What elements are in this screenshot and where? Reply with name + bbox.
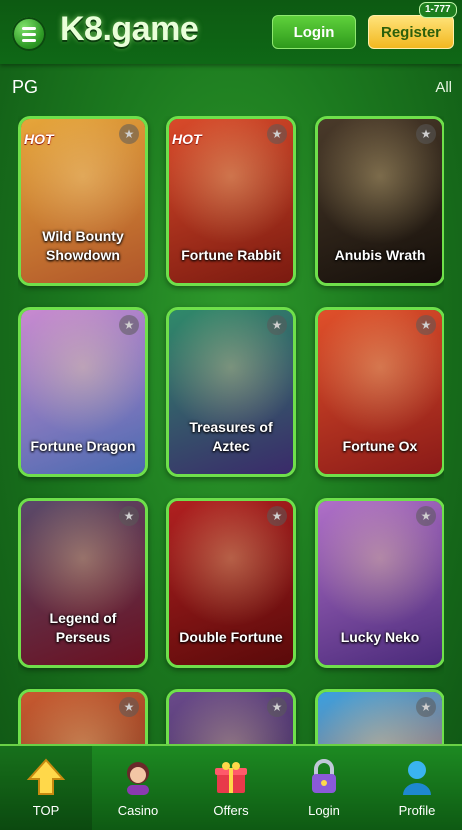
game-name: Double Fortune	[179, 629, 283, 645]
game-name: Fortune Dragon	[30, 438, 136, 454]
favorite-star-icon[interactable]: ★	[119, 124, 139, 144]
game-card[interactable]: ★ Fortune Dragon	[18, 307, 148, 477]
menu-icon[interactable]	[12, 17, 46, 51]
favorite-star-icon[interactable]: ★	[119, 506, 139, 526]
nav-label: Profile	[398, 803, 436, 818]
favorite-star-icon[interactable]: ★	[416, 124, 436, 144]
favorite-star-icon[interactable]: ★	[416, 315, 436, 335]
register-button[interactable]: Register	[368, 15, 454, 49]
game-name: Wild Bounty Showdown	[42, 228, 124, 263]
bottom-nav: TOP Casino Offers Login Profile	[0, 744, 462, 830]
game-card[interactable]: ★ Treasures of Aztec	[166, 307, 296, 477]
game-name: Fortune Rabbit	[181, 247, 281, 263]
nav-item-login[interactable]: Login	[278, 746, 370, 830]
nav-item-offers[interactable]: Offers	[185, 746, 277, 830]
game-name: Anubis Wrath	[334, 247, 426, 263]
favorite-star-icon[interactable]: ★	[416, 506, 436, 526]
login-button[interactable]: Login	[272, 15, 356, 49]
game-name: Lucky Neko	[340, 629, 420, 645]
hot-badge: HOT	[24, 131, 54, 147]
section-title: PG	[12, 77, 39, 97]
nav-label: Casino	[117, 803, 159, 818]
nav-item-top[interactable]: TOP	[0, 746, 92, 830]
casino-girl-icon	[118, 757, 158, 797]
favorite-star-icon[interactable]: ★	[267, 124, 287, 144]
game-card[interactable]: ★ Lucky Neko	[315, 498, 444, 668]
game-card[interactable]: ★ Legend of Perseus	[18, 498, 148, 668]
lock-icon	[304, 757, 344, 797]
game-card[interactable]: ★	[18, 689, 148, 744]
hot-badge: HOT	[172, 131, 202, 147]
nav-label: TOP	[32, 803, 60, 818]
favorite-star-icon[interactable]: ★	[416, 697, 436, 717]
top-arrow-icon	[26, 757, 66, 797]
game-card[interactable]: ★	[315, 689, 444, 744]
game-grid: HOT ★ Wild Bounty Showdown HOT ★ Fortune Rabb…	[18, 116, 444, 744]
game-name: Treasures of Aztec	[189, 419, 273, 454]
nav-item-casino[interactable]: Casino	[92, 746, 184, 830]
game-card[interactable]: HOT ★ Wild Bounty Showdown	[18, 116, 148, 286]
favorite-star-icon[interactable]: ★	[267, 506, 287, 526]
favorite-star-icon[interactable]: ★	[267, 697, 287, 717]
game-card[interactable]: ★ Anubis Wrath	[315, 116, 444, 286]
profile-icon	[397, 757, 437, 797]
favorite-star-icon[interactable]: ★	[119, 697, 139, 717]
site-logo[interactable]: K8.game	[60, 10, 199, 49]
favorite-star-icon[interactable]: ★	[119, 315, 139, 335]
gift-icon	[211, 757, 251, 797]
game-name: Fortune Ox	[342, 438, 418, 454]
favorite-star-icon[interactable]: ★	[267, 315, 287, 335]
nav-label: Login	[308, 803, 340, 818]
nav-label: Offers	[213, 803, 249, 818]
game-card[interactable]: ★	[166, 689, 296, 744]
game-card[interactable]: ★ Double Fortune	[166, 498, 296, 668]
version-badge: 1-777	[419, 2, 457, 18]
game-card[interactable]: ★ Fortune Ox	[315, 307, 444, 477]
top-header: K8.game Login Register 1-777	[0, 0, 462, 64]
nav-item-profile[interactable]: Profile	[371, 746, 462, 830]
see-all-link[interactable]: All	[435, 79, 452, 96]
game-name: Legend of Perseus	[49, 610, 117, 645]
game-card[interactable]: HOT ★ Fortune Rabbit	[166, 116, 296, 286]
